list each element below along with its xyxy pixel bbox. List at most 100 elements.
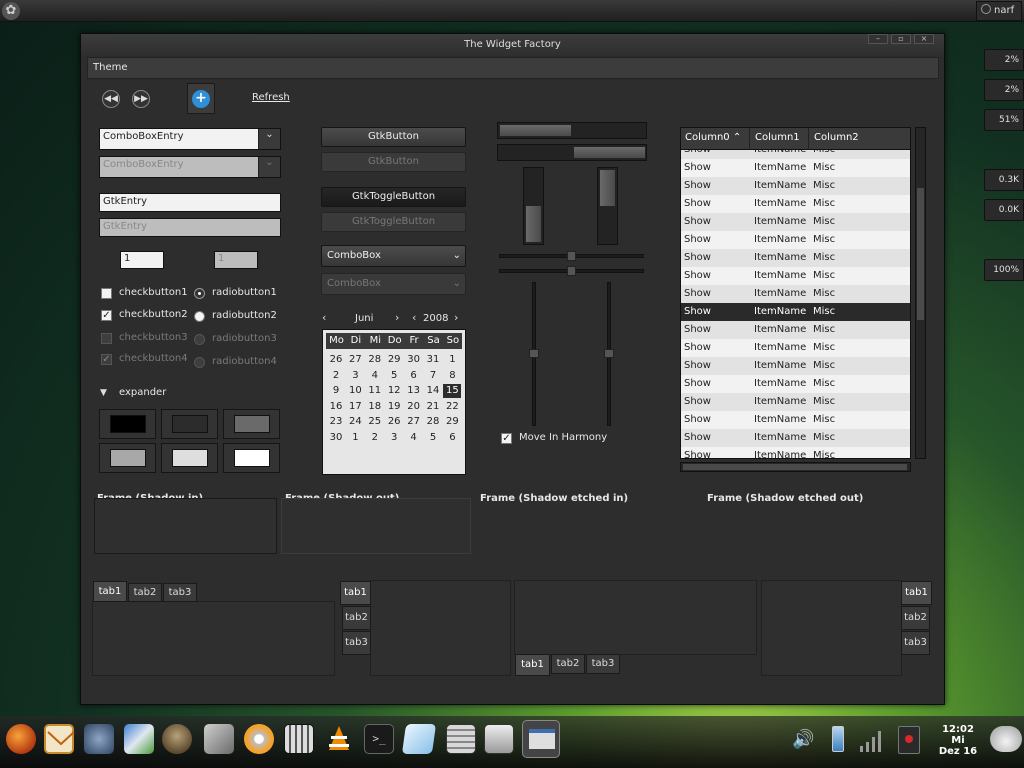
scrollbar-thumb[interactable] <box>683 464 907 470</box>
firefox-icon[interactable] <box>6 724 36 754</box>
calendar-day[interactable]: 25 <box>366 415 384 429</box>
calendar-day[interactable]: 10 <box>346 384 364 398</box>
vscale-2[interactable] <box>604 282 614 426</box>
move-in-harmony-check[interactable]: ✓ <box>501 433 512 444</box>
spin-button-1[interactable]: 1 <box>120 251 164 269</box>
calendar-day[interactable]: 28 <box>424 415 442 429</box>
expander-label[interactable]: expander <box>119 387 166 398</box>
calendar-day[interactable]: 6 <box>443 431 461 445</box>
swatch-midgray[interactable] <box>99 443 156 473</box>
table-row[interactable]: Show ItemName Misc <box>681 357 910 375</box>
swatch-black[interactable] <box>99 409 156 439</box>
tab-right-1[interactable]: tab1 <box>901 581 932 605</box>
net-down-meter[interactable]: 0.0K <box>984 199 1024 221</box>
swatch-white[interactable] <box>223 443 280 473</box>
list-body[interactable]: Show ItemName Misc Show ItemName Misc Show Item… <box>681 150 910 458</box>
tab-bottom-2[interactable]: tab2 <box>551 654 585 674</box>
tab-left-1[interactable]: tab1 <box>340 581 371 605</box>
checkbutton1-box[interactable] <box>101 288 112 299</box>
tab-top-3[interactable]: tab3 <box>163 583 197 602</box>
swatch-darkgray[interactable] <box>161 409 218 439</box>
calendar-day[interactable]: 9 <box>327 384 345 398</box>
calendar-day[interactable]: 18 <box>366 400 384 414</box>
cpu-meter[interactable]: 2% <box>984 49 1024 71</box>
vscale-1[interactable] <box>529 282 539 426</box>
signal-icon[interactable] <box>856 726 886 754</box>
gtk-button[interactable]: GtkButton <box>321 127 466 147</box>
calculator-icon[interactable] <box>446 724 476 754</box>
calendar-day[interactable]: 21 <box>424 400 442 414</box>
checkbutton1-label[interactable]: checkbutton1 <box>119 287 188 298</box>
calendar-day[interactable]: 2 <box>366 431 384 445</box>
trash-icon[interactable] <box>898 726 920 754</box>
slider-handle[interactable] <box>604 349 614 358</box>
table-row[interactable]: Show ItemName Misc <box>681 213 910 231</box>
calendar-day[interactable]: 24 <box>346 415 364 429</box>
calendar-day[interactable]: 8 <box>443 369 461 383</box>
combobox-1[interactable]: ComboBox ⌄ <box>321 245 466 267</box>
gtkentry-1[interactable]: GtkEntry <box>99 193 281 212</box>
table-row[interactable]: Show ItemName Misc <box>681 447 910 458</box>
list-vscrollbar[interactable] <box>915 127 926 459</box>
add-button[interactable]: + <box>187 83 215 114</box>
radiobutton2-dot[interactable] <box>194 311 205 322</box>
calendar-day[interactable]: 3 <box>385 431 403 445</box>
volume-icon[interactable]: 🔊 <box>792 728 816 752</box>
table-row[interactable]: Show ItemName Misc <box>681 303 910 321</box>
prev-year-icon[interactable]: ‹ <box>412 311 416 324</box>
tab-left-2[interactable]: tab2 <box>342 606 371 630</box>
system-settings-icon[interactable] <box>84 724 114 754</box>
calendar-day[interactable]: 28 <box>366 353 384 367</box>
table-row[interactable]: Show ItemName Misc <box>681 339 910 357</box>
calendar-day[interactable]: 15 <box>443 384 462 398</box>
radiobutton1-label[interactable]: radiobutton1 <box>212 287 277 298</box>
back-icon[interactable]: ◀◀ <box>102 90 120 108</box>
menu-theme[interactable]: Theme <box>93 62 128 73</box>
table-row[interactable]: Show ItemName Misc <box>681 150 910 159</box>
tree-view[interactable]: Column0 ⌃ Column1 Column2 Show ItemName Mi… <box>680 127 911 459</box>
table-row[interactable]: Show ItemName Misc <box>681 159 910 177</box>
comboboxentry-1[interactable]: ComboBoxEntry ⌄ <box>99 128 281 150</box>
calendar-day[interactable]: 2 <box>327 369 345 383</box>
video-editor-icon[interactable] <box>284 724 314 754</box>
calendar-day[interactable]: 13 <box>405 384 423 398</box>
calendar-day[interactable]: 27 <box>405 415 423 429</box>
close-button[interactable]: × <box>914 34 934 44</box>
calendar-day[interactable]: 16 <box>327 400 345 414</box>
tab-right-2[interactable]: tab2 <box>901 606 930 630</box>
terminal-icon[interactable]: >_ <box>364 724 394 754</box>
mail-icon[interactable] <box>44 724 75 754</box>
column2-header[interactable]: Column2 <box>810 128 910 150</box>
column0-header[interactable]: Column0 ⌃ <box>681 128 750 150</box>
calendar-day[interactable]: 17 <box>346 400 364 414</box>
calendar-day[interactable]: 29 <box>443 415 461 429</box>
file-manager-icon[interactable] <box>484 724 514 754</box>
minimize-button[interactable]: – <box>868 34 888 44</box>
calendar-day[interactable]: 30 <box>405 353 423 367</box>
table-row[interactable]: Show ItemName Misc <box>681 177 910 195</box>
calendar-day[interactable]: 14 <box>424 384 442 398</box>
checkbutton2-box[interactable]: ✓ <box>101 310 112 321</box>
next-month-icon[interactable]: › <box>395 311 399 324</box>
refresh-button[interactable]: Refresh <box>252 92 290 103</box>
list-hscrollbar[interactable] <box>680 462 911 472</box>
hscale-2[interactable] <box>499 266 644 276</box>
clock[interactable]: 12:02 Mi Dez 16 <box>936 724 980 757</box>
radiobutton1-dot[interactable] <box>194 288 205 299</box>
calendar-grid[interactable]: Mo Di Mi Do Fr Sa So 26 27 28 29 30 31 1 2 3 4 5 6 7 8 9 10 11… <box>322 329 466 475</box>
swatch-lightgray[interactable] <box>161 443 218 473</box>
weather-icon[interactable] <box>990 726 1022 752</box>
calendar-day[interactable]: 3 <box>346 369 364 383</box>
calendar-day[interactable]: 4 <box>405 431 423 445</box>
calendar-day[interactable]: 27 <box>346 353 364 367</box>
slider-handle[interactable] <box>529 349 539 358</box>
maximize-button[interactable]: ▫ <box>891 34 911 44</box>
expander-arrow-icon[interactable]: ▼ <box>100 388 107 398</box>
move-in-harmony-label[interactable]: Move In Harmony <box>519 432 607 443</box>
calendar-day[interactable]: 5 <box>424 431 442 445</box>
gimp-icon[interactable] <box>162 724 192 754</box>
slider-handle[interactable] <box>567 251 576 261</box>
text-editor-icon[interactable] <box>401 724 437 754</box>
hscale-1[interactable] <box>499 251 644 261</box>
calendar-day[interactable]: 19 <box>385 400 403 414</box>
